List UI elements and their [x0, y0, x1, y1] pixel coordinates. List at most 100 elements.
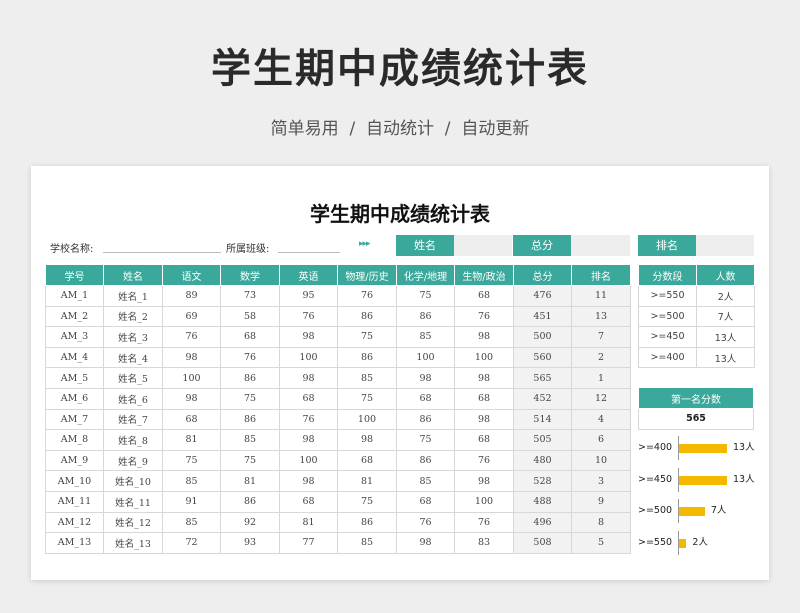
table-cell[interactable]: 92 [220, 511, 280, 534]
column-header[interactable]: 排名 [571, 264, 631, 286]
table-cell[interactable]: 76 [454, 305, 514, 328]
table-cell[interactable]: 83 [454, 532, 514, 554]
table-cell[interactable]: 514 [513, 408, 572, 431]
table-cell[interactable]: 86 [220, 490, 280, 513]
table-cell[interactable]: 68 [396, 387, 455, 410]
table-cell[interactable]: 86 [337, 305, 397, 328]
column-header[interactable]: 数学 [220, 264, 280, 286]
table-cell[interactable]: 98 [396, 367, 455, 389]
table-cell[interactable]: 500 [513, 326, 572, 348]
table-cell[interactable]: 100 [454, 346, 514, 369]
table-cell[interactable]: 85 [162, 470, 221, 492]
table-cell[interactable]: 496 [513, 511, 572, 534]
table-cell[interactable]: 452 [513, 387, 572, 410]
column-header[interactable]: 分数段 [638, 264, 697, 286]
column-header[interactable]: 人数 [696, 264, 755, 286]
column-header[interactable]: 学号 [45, 264, 104, 286]
table-cell[interactable]: 11 [571, 285, 631, 307]
table-cell[interactable]: 93 [220, 532, 280, 554]
table-cell[interactable]: 75 [396, 429, 455, 451]
table-cell[interactable]: 476 [513, 285, 572, 307]
table-cell[interactable]: 姓名_6 [103, 387, 163, 410]
table-cell[interactable]: 85 [396, 326, 455, 348]
table-cell[interactable]: 85 [220, 429, 280, 451]
table-cell[interactable]: AM_5 [45, 367, 104, 389]
table-cell[interactable]: 13 [571, 305, 631, 328]
column-header[interactable]: 物理/历史 [337, 264, 397, 286]
table-cell[interactable]: 100 [396, 346, 455, 369]
table-cell[interactable]: 85 [396, 470, 455, 492]
table-cell[interactable]: 5 [571, 532, 631, 554]
table-cell[interactable]: 98 [396, 532, 455, 554]
table-cell[interactable]: AM_7 [45, 408, 104, 431]
table-cell[interactable]: 85 [337, 367, 397, 389]
table-cell[interactable]: AM_11 [45, 490, 104, 513]
table-cell[interactable]: 姓名_4 [103, 346, 163, 369]
column-header[interactable]: 化学/地理 [396, 264, 455, 286]
table-cell[interactable]: 560 [513, 346, 572, 369]
table-cell[interactable]: 姓名_2 [103, 305, 163, 328]
table-cell[interactable]: 75 [337, 326, 397, 348]
table-cell[interactable]: 76 [454, 511, 514, 534]
column-header[interactable]: 生物/政治 [454, 264, 514, 286]
table-cell[interactable]: 81 [279, 511, 338, 534]
table-cell[interactable]: 91 [162, 490, 221, 513]
table-cell[interactable]: AM_8 [45, 429, 104, 451]
table-cell[interactable]: 528 [513, 470, 572, 492]
table-cell[interactable]: 75 [337, 490, 397, 513]
table-cell[interactable]: AM_13 [45, 532, 104, 554]
table-cell[interactable]: 77 [279, 532, 338, 554]
table-cell[interactable]: 98 [454, 326, 514, 348]
table-cell[interactable]: 72 [162, 532, 221, 554]
table-cell[interactable]: 3 [571, 470, 631, 492]
table-cell[interactable]: 98 [279, 326, 338, 348]
table-cell[interactable]: 98 [162, 387, 221, 410]
table-cell[interactable]: 86 [396, 408, 455, 431]
segment-cell[interactable]: 13人 [696, 346, 755, 369]
table-cell[interactable]: 81 [162, 429, 221, 451]
table-cell[interactable]: 9 [571, 490, 631, 513]
table-cell[interactable]: 68 [162, 408, 221, 431]
table-cell[interactable]: 68 [454, 285, 514, 307]
school-input[interactable] [103, 252, 221, 253]
table-cell[interactable]: 1 [571, 367, 631, 389]
table-cell[interactable]: 68 [337, 449, 397, 472]
bar[interactable] [679, 444, 727, 453]
table-cell[interactable]: 98 [454, 367, 514, 389]
table-cell[interactable]: AM_1 [45, 285, 104, 307]
table-cell[interactable]: 95 [279, 285, 338, 307]
table-cell[interactable]: 98 [454, 408, 514, 431]
table-cell[interactable]: 姓名_3 [103, 326, 163, 348]
table-cell[interactable]: 86 [396, 305, 455, 328]
table-cell[interactable]: 68 [220, 326, 280, 348]
table-cell[interactable]: 98 [279, 429, 338, 451]
table-cell[interactable]: 2 [571, 346, 631, 369]
table-cell[interactable]: AM_10 [45, 470, 104, 492]
table-cell[interactable]: 68 [454, 429, 514, 451]
table-cell[interactable]: 68 [279, 490, 338, 513]
table-cell[interactable]: 75 [220, 387, 280, 410]
table-cell[interactable]: 12 [571, 387, 631, 410]
name-lookup-input[interactable] [454, 235, 512, 256]
table-cell[interactable]: 100 [162, 367, 221, 389]
table-cell[interactable]: 86 [337, 511, 397, 534]
table-cell[interactable]: 姓名_13 [103, 532, 163, 554]
table-cell[interactable]: 505 [513, 429, 572, 451]
segment-cell[interactable]: 13人 [696, 326, 755, 348]
table-cell[interactable]: 565 [513, 367, 572, 389]
table-cell[interactable]: 89 [162, 285, 221, 307]
table-cell[interactable]: 76 [162, 326, 221, 348]
table-cell[interactable]: 100 [454, 490, 514, 513]
segment-cell[interactable]: >=500 [638, 305, 697, 328]
table-cell[interactable]: 75 [162, 449, 221, 472]
column-header[interactable]: 语文 [162, 264, 221, 286]
table-cell[interactable]: 98 [337, 429, 397, 451]
table-cell[interactable]: 508 [513, 532, 572, 554]
column-header[interactable]: 英语 [279, 264, 338, 286]
table-cell[interactable]: 姓名_5 [103, 367, 163, 389]
table-cell[interactable]: 98 [279, 470, 338, 492]
table-cell[interactable]: 73 [220, 285, 280, 307]
table-cell[interactable]: 姓名_12 [103, 511, 163, 534]
table-cell[interactable]: 451 [513, 305, 572, 328]
segment-cell[interactable]: >=550 [638, 285, 697, 307]
